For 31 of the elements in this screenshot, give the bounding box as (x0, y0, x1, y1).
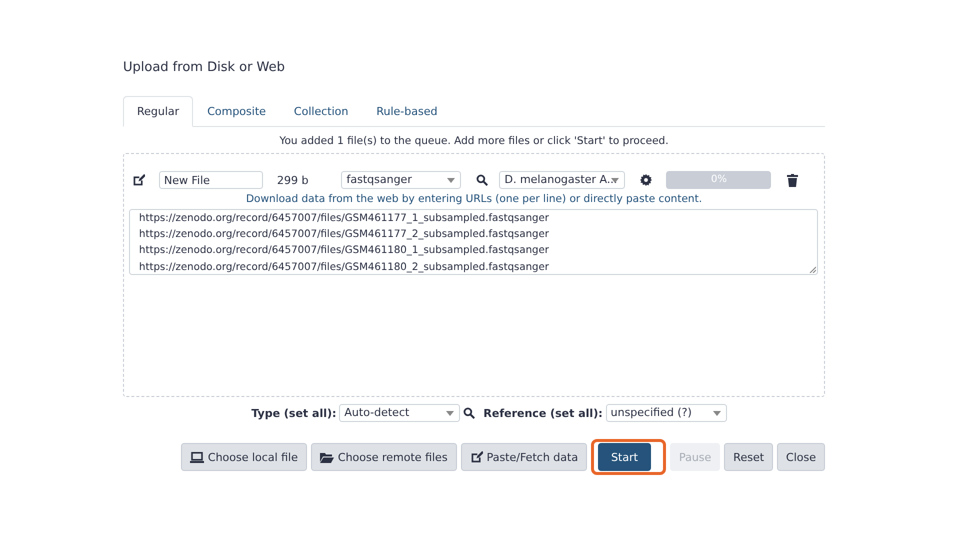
laptop-icon (190, 452, 204, 462)
settings-icon[interactable] (640, 174, 652, 186)
type-set-all-label: Type (set all): (251, 406, 336, 420)
search-icon[interactable] (476, 174, 488, 186)
type-dropdown[interactable]: Auto-detect (339, 404, 460, 422)
tab[interactable]: Regular (123, 96, 194, 127)
edit-icon[interactable] (132, 174, 145, 186)
button[interactable]: Paste/Fetch data (460, 443, 588, 471)
folder-icon (320, 452, 334, 462)
file-size: 299 b (277, 174, 308, 186)
reference-dropdown[interactable]: D. melanogaster A... (499, 171, 626, 189)
reference-set-all-label: Reference (set all): (483, 406, 603, 420)
queue-message: You added 1 file(s) to the queue. Add more files or click 'Start' to proceed. (278, 135, 670, 147)
search-icon[interactable] (463, 407, 476, 419)
resize-grip-icon[interactable] (809, 266, 816, 273)
url-text-area[interactable]: https://zenodo.org/record/6457007/files/GSM461177_1_subsampled.fastqsanger https://zenodo.org/record/6457007/files/GSM461177_2_subsampled.fastqsanger https://zenodo.org/record/6457007/files/GSM461180_1_subsampled.fastqsanger https://zenodo.org/record/6457007/files/GSM461180_2_subsampled.fastqsanger (129, 209, 818, 275)
reference-dropdown[interactable]: unspecified (?) (606, 404, 727, 422)
button[interactable]: Choose remote files (310, 443, 457, 471)
type-dropdown[interactable]: fastqsanger (341, 171, 462, 189)
tab[interactable]: Composite (193, 96, 280, 127)
dialog-title: Upload from Disk or Web (123, 60, 286, 75)
delete-icon[interactable] (787, 174, 798, 186)
button[interactable]: Start (598, 443, 651, 471)
file-name-field[interactable]: New File (159, 171, 263, 189)
tab[interactable]: Rule-based (362, 96, 452, 127)
button[interactable]: Choose local file (180, 443, 307, 471)
edit-icon (470, 450, 483, 464)
paste-hint: Download data from the web by entering URLs (one per line) or directly paste content. (244, 193, 704, 205)
button[interactable]: Close (777, 443, 825, 471)
tab[interactable]: Collection (280, 96, 362, 127)
button[interactable]: Reset (724, 443, 774, 471)
